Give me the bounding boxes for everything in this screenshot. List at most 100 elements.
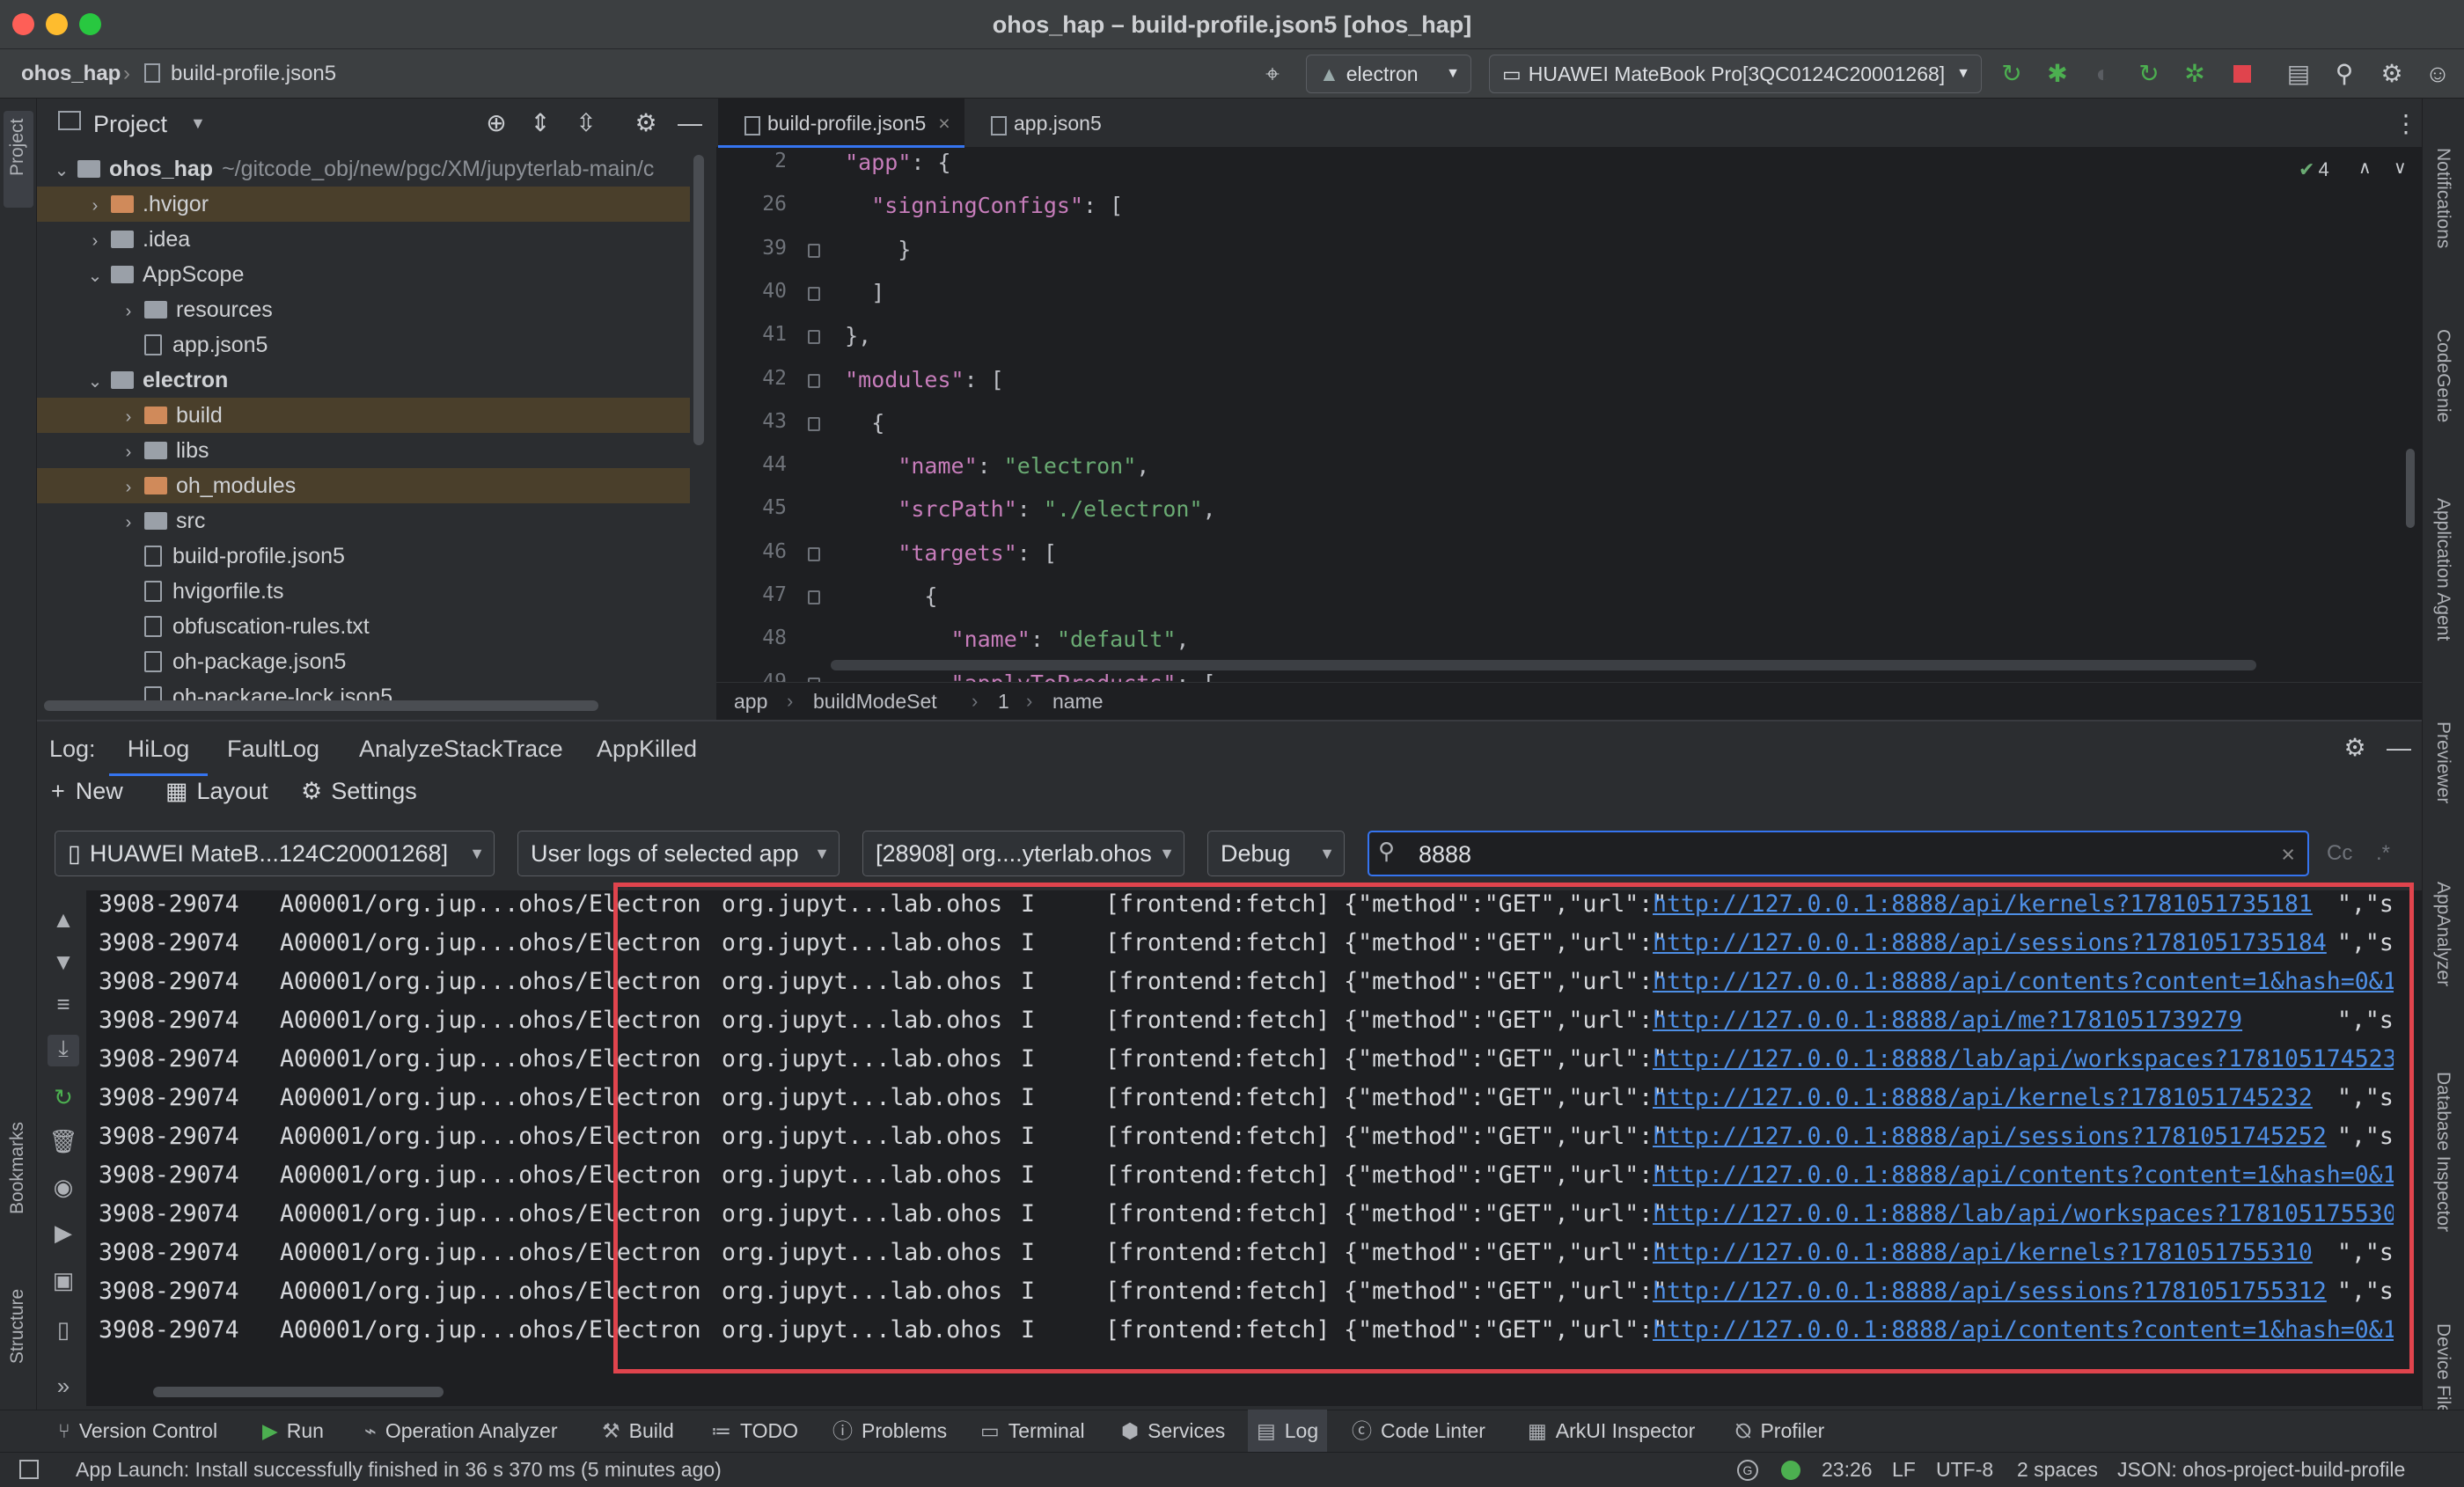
hide-panel-icon[interactable]: — [2383,732,2415,764]
next-highlight-icon[interactable]: ∨ [2394,157,2407,179]
breadcrumb-item[interactable]: app [734,682,767,721]
scroll-to-end-icon[interactable]: ⤓ [48,1035,79,1066]
tree-item[interactable]: › .idea [37,222,690,257]
more-icon[interactable]: » [48,1373,79,1404]
tree-item[interactable]: › libs [37,433,690,468]
restart-icon[interactable]: ↻ [48,1084,79,1116]
fold-icon[interactable] [808,330,820,344]
match-case-icon[interactable]: Cc [2327,841,2352,866]
status-line-separator[interactable]: LF [1892,1452,1916,1487]
hide-panel-icon[interactable]: — [674,107,706,139]
fold-icon[interactable] [808,244,820,258]
tab-hilog[interactable]: HiLog [109,722,208,776]
code-line[interactable]: "targets": [ [818,540,1057,566]
target-icon[interactable]: ⌖ [1257,58,1288,90]
code-line[interactable]: ] [818,280,884,305]
device-file-tool[interactable]: Device File [2432,1323,2453,1415]
tree-item[interactable]: › build [37,398,690,433]
tab-faultlog[interactable]: FaultLog [227,722,319,776]
g-icon[interactable]: G [1737,1460,1758,1481]
connection-status-icon[interactable] [1781,1461,1800,1480]
previewer-tool[interactable]: Previewer [2432,722,2453,803]
tree-item[interactable]: ⌄ ohos_hap ~/gitcode_obj/new/pgc/XM/jupyte… [37,151,690,187]
device-select[interactable]: ▭ HUAWEI MateBook Pro[3QC0124C20001268] ▼ [1489,55,1982,93]
status-time[interactable]: 23:26 [1822,1452,1873,1487]
nav-project[interactable]: ohos_hap [21,62,121,86]
record-video-icon[interactable]: ▶ [48,1220,79,1251]
tool-run[interactable]: ▶ Run [262,1410,324,1452]
structure-tool-label[interactable]: Structure [7,1289,28,1364]
device-icon[interactable]: ▯ [48,1316,79,1348]
gear-icon[interactable]: ⚙ [2376,58,2408,90]
screenshot-icon[interactable]: ◉ [48,1174,79,1205]
editor-hscrollbar[interactable] [831,660,2256,670]
tab-analyzestacktrace[interactable]: AnalyzeStackTrace [359,722,563,776]
clear-log-icon[interactable]: 🗑 [48,1128,79,1160]
tab-appkilled[interactable]: AppKilled [597,722,697,776]
breadcrumb-item[interactable]: 1 [998,682,1009,721]
tool-log[interactable]: ▤ Log [1248,1410,1328,1452]
fold-icon[interactable] [808,417,820,431]
chevron-right-icon[interactable]: › [79,223,111,259]
appanalyzer-tool[interactable]: AppAnalyzer [2432,882,2453,986]
status-message[interactable]: App Launch: Install successfully finishe… [76,1452,722,1487]
scroll-up-icon[interactable]: ▲ [48,906,79,938]
stop-icon[interactable] [2233,65,2251,83]
tree-item[interactable]: › resources [37,292,690,327]
gear-icon[interactable]: ⚙ [2339,732,2371,764]
tree-item[interactable]: app.json5 [37,327,690,363]
status-encoding[interactable]: UTF-8 [1936,1452,1993,1487]
scroll-down-icon[interactable]: ▼ [48,949,79,980]
run-icon[interactable]: ↻ [1996,58,2028,90]
save-icon[interactable]: ▣ [48,1267,79,1299]
chevron-right-icon[interactable]: › [113,470,144,505]
code-line[interactable]: { [818,583,937,609]
search-input[interactable]: 8888 × [1368,831,2309,876]
tree-item[interactable]: build-profile.json5 [37,538,690,574]
tool-build[interactable]: ⚒ Build [602,1410,674,1452]
previous-highlight-icon[interactable]: ∧ [2358,157,2372,179]
tree-hscrollbar[interactable] [44,700,598,711]
fold-icon[interactable] [808,547,820,561]
tree-item[interactable]: oh-package.json5 [37,644,690,679]
tool-terminal[interactable]: ▭ Terminal [980,1410,1085,1452]
scope-filter[interactable]: User logs of selected app ▼ [517,831,840,876]
chevron-down-icon[interactable]: ▼ [190,114,206,133]
status-indent[interactable]: 2 spaces [2017,1452,2098,1487]
process-filter[interactable]: [28908] org....yterlab.ohos ▼ [862,831,1184,876]
settings-button[interactable]: ⚙ Settings [301,778,417,805]
layout-button[interactable]: ▦ Layout [165,778,268,805]
tool-problems[interactable]: ⓘ Problems [832,1410,947,1452]
breadcrumb-item[interactable]: buildModeSet [813,682,937,721]
tool-profiler[interactable]: ⦰ Profiler [1735,1410,1824,1452]
gear-icon[interactable]: ⚙ [630,107,662,139]
tree-scrollbar[interactable] [693,155,704,445]
chevron-right-icon[interactable]: › [113,505,144,540]
tree-item[interactable]: › oh_modules [37,468,690,503]
chevron-down-icon[interactable]: ⌄ [46,153,77,188]
locate-icon[interactable]: ⊕ [480,107,512,139]
soft-wrap-icon[interactable]: ≡ [48,991,79,1022]
fold-icon[interactable] [808,374,820,388]
log-hscrollbar[interactable] [153,1387,444,1397]
code-line[interactable]: "name": "electron", [818,453,1149,479]
status-schema[interactable]: JSON: ohos-project-build-profile [2117,1452,2405,1487]
project-panel-title[interactable]: Project [93,111,167,138]
chevron-right-icon[interactable]: › [79,188,111,223]
nav-file[interactable]: build-profile.json5 [171,62,336,86]
code-line[interactable]: "app": { [818,150,950,175]
new-button[interactable]: + New [51,778,123,805]
breadcrumb-item[interactable]: name [1052,682,1104,721]
code-line[interactable]: { [818,410,884,436]
tool-todo[interactable]: ≔ TODO [711,1410,798,1452]
code-line[interactable]: }, [818,323,871,348]
tool-version-control[interactable]: ⑂ Version Control [58,1410,217,1452]
chevron-right-icon[interactable]: › [113,399,144,435]
fold-icon[interactable] [808,287,820,301]
level-filter[interactable]: Debug ▼ [1207,831,1345,876]
tool-operation-analyzer[interactable]: ⌁ Operation Analyzer [364,1410,557,1452]
tool-arkui-inspector[interactable]: ▦ ArkUI Inspector [1528,1410,1695,1452]
debug-icon[interactable]: ✱ [2042,58,2073,90]
more-options-icon[interactable]: ⋮ [2394,109,2418,138]
chevron-right-icon[interactable]: › [113,294,144,329]
